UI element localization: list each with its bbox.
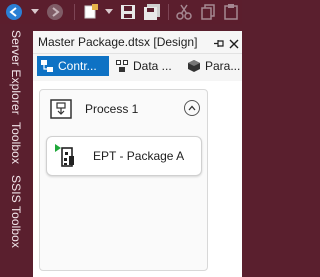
back-icon[interactable] xyxy=(3,2,25,22)
package-designer-window: Master Package.dtsx [Design] Contr... Da… xyxy=(33,31,242,277)
ssis-toolbox-tab[interactable]: SSIS Toolbox xyxy=(9,175,23,248)
back-dropdown-icon[interactable] xyxy=(28,2,42,22)
tab-label: Data ... xyxy=(133,59,172,73)
save-icon[interactable] xyxy=(118,2,138,22)
tool-window-strip: Server Explorer Toolbox SSIS Toolbox xyxy=(0,24,32,277)
document-title: Master Package.dtsx [Design] xyxy=(38,35,198,49)
control-flow-canvas[interactable]: Process 1 EPT - Package A xyxy=(33,81,242,277)
main-toolbar xyxy=(0,0,242,24)
toolbox-tab[interactable]: Toolbox xyxy=(9,122,23,164)
forward-icon[interactable] xyxy=(44,2,66,22)
toolbar-separator xyxy=(74,4,75,20)
tab-label: Para... xyxy=(205,59,241,73)
server-explorer-tab[interactable]: Server Explorer xyxy=(9,30,23,115)
tab-parameters[interactable]: Para... xyxy=(185,56,242,76)
container-header[interactable]: Process 1 xyxy=(40,90,207,126)
toolbar-separator xyxy=(168,4,169,20)
copy-icon[interactable] xyxy=(198,2,218,22)
pin-icon[interactable] xyxy=(213,36,224,54)
parameters-icon xyxy=(187,59,201,73)
save-all-icon[interactable] xyxy=(142,2,162,22)
tab-label: Contr... xyxy=(58,59,97,73)
container-title: Process 1 xyxy=(85,102,139,116)
task-label: EPT - Package A xyxy=(93,149,185,163)
sequence-container-icon xyxy=(50,99,72,124)
close-icon[interactable] xyxy=(229,36,239,54)
execute-package-task[interactable]: EPT - Package A xyxy=(46,136,202,176)
data-flow-icon xyxy=(115,59,129,73)
tab-data-flow[interactable]: Data ... xyxy=(113,56,175,76)
tab-control-flow[interactable]: Contr... xyxy=(37,56,109,76)
sequence-container[interactable]: Process 1 EPT - Package A xyxy=(39,89,208,271)
cut-icon[interactable] xyxy=(174,2,194,22)
new-item-dropdown-icon[interactable] xyxy=(104,2,114,22)
collapse-button[interactable] xyxy=(184,100,200,116)
document-tab[interactable]: Master Package.dtsx [Design] xyxy=(33,31,242,54)
execute-package-icon xyxy=(53,143,79,174)
designer-tab-strip: Contr... Data ... Para... xyxy=(33,55,242,77)
new-item-icon[interactable] xyxy=(80,2,102,22)
control-flow-icon xyxy=(40,59,54,73)
paste-icon[interactable] xyxy=(222,2,240,22)
